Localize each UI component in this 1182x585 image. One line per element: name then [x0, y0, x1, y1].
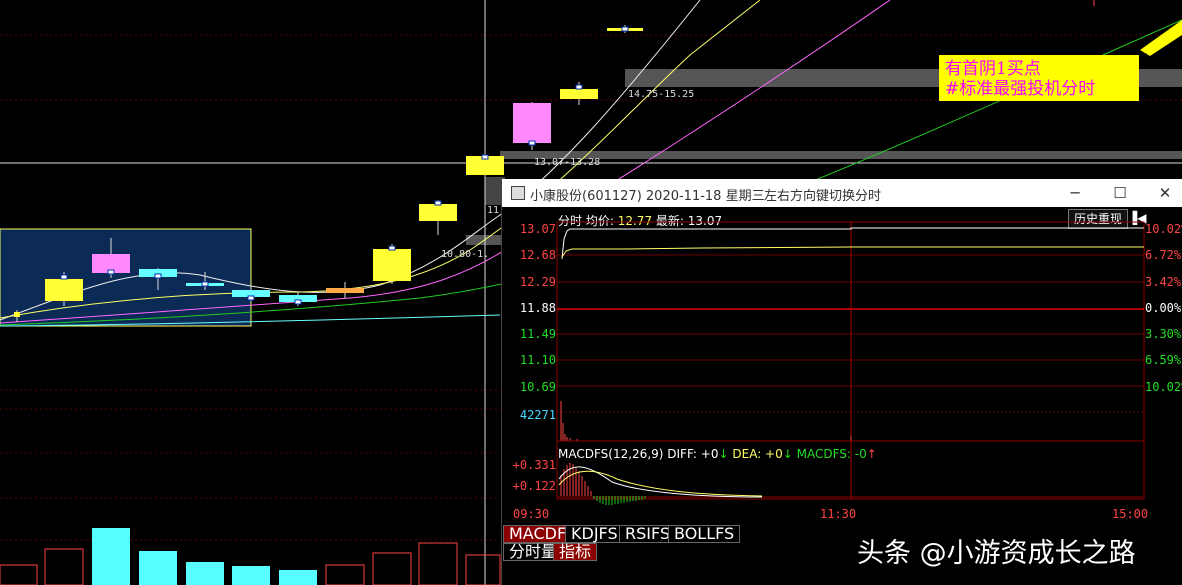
y-left-6: 10.69: [519, 380, 556, 394]
price-line: [561, 227, 1144, 260]
price-label-3: 10.80-1.: [441, 249, 490, 260]
y-left-4: 11.49: [519, 327, 556, 341]
y-right-5: 6.59%: [1145, 353, 1182, 367]
y-left-5: 11.10: [519, 353, 556, 367]
macd-y-1: +0.122: [512, 479, 556, 493]
time-0930: 09:30: [513, 507, 550, 521]
tab-bollfs[interactable]: BOLLFS: [668, 525, 741, 543]
y-right-1: 6.72%: [1145, 248, 1182, 262]
tab-indicator[interactable]: 指标: [553, 543, 598, 561]
price-label-4: 11: [487, 205, 500, 216]
price-label-1: 14.75-15.25: [628, 89, 695, 100]
y-right-2: 3.42%: [1145, 275, 1182, 289]
y-right-4: 3.30%: [1145, 327, 1182, 341]
y-left-2: 12.29: [519, 275, 556, 289]
y-left-1: 12.68: [519, 248, 556, 262]
y-right-3: 0.00%: [1145, 301, 1182, 315]
y-left-0: 13.07: [519, 222, 556, 236]
tab-kdjfs[interactable]: KDJFS: [565, 525, 624, 543]
watermark: 头条 @小游资成长之路: [857, 538, 1136, 569]
volume-label: 42271: [519, 408, 556, 422]
y-right-6: 10.02%: [1145, 380, 1182, 394]
time-1500: 15:00: [1112, 507, 1149, 521]
y-right-0: 10.02%: [1145, 222, 1182, 236]
dea-label: DEA: +0: [732, 447, 783, 461]
price-label-2: 13.07-13.28: [534, 157, 601, 168]
time-1130: 11:30: [820, 507, 857, 521]
diff-label: DIFF: +0: [667, 447, 719, 461]
intraday-window[interactable]: 小康股份(601127) 2020-11-18 星期三 左右方向键切换分时 ─ …: [501, 179, 1182, 585]
macd-arrow-icon: ↑: [866, 447, 877, 461]
annotation-line-1: 有首阴1买点: [945, 59, 1041, 79]
macd-name: MACDFS(12,26,9): [558, 447, 664, 461]
y-left-3: 11.88: [519, 301, 556, 315]
macd-y-0: +0.331: [512, 458, 556, 472]
dea-arrow-icon: ↓: [782, 447, 793, 461]
annotation-line-2: #标准最强投机分时: [945, 79, 1096, 99]
annotation-note: 有首阴1买点 #标准最强投机分时: [939, 55, 1139, 101]
macd-legend: MACDFS(12,26,9) DIFF: +0↓ DEA: +0↓ MACDF…: [558, 447, 877, 461]
diff-arrow-icon: ↓: [718, 447, 729, 461]
macd-value-label: MACDFS: -0: [796, 447, 867, 461]
